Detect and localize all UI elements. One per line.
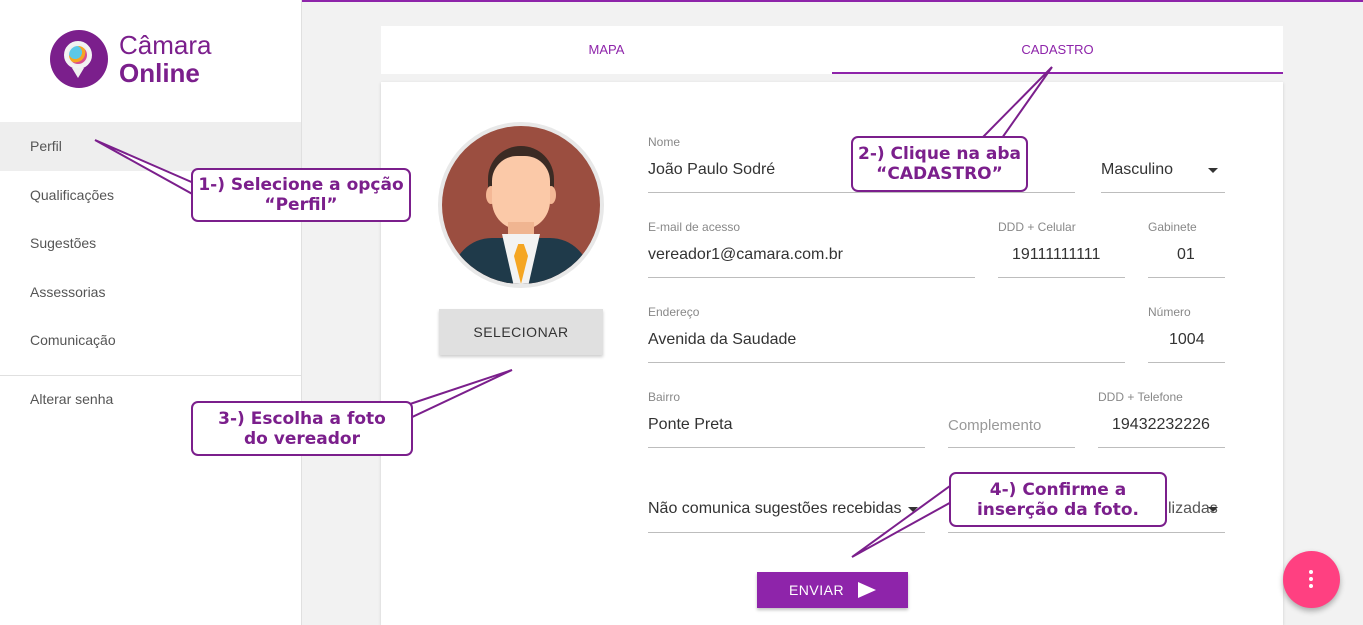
nome-label: Nome	[648, 135, 681, 149]
sidebar-item-comunicacao[interactable]: Comunicação	[0, 316, 301, 365]
logo-line2: Online	[119, 58, 200, 88]
endereco-field[interactable]: Endereço Avenida da Saudade	[648, 302, 1125, 363]
avatar	[438, 122, 604, 288]
send-icon	[858, 582, 877, 598]
sugestoes-value: Não comunica sugestões recebidas	[648, 500, 902, 517]
endereco-label: Endereço	[648, 305, 700, 319]
bairro-field[interactable]: Bairro Ponte Preta	[648, 387, 925, 448]
chevron-down-icon	[908, 507, 918, 512]
callout-2-line2: “CADASTRO”	[876, 164, 1003, 184]
chevron-down-icon	[1208, 507, 1218, 512]
sexo-select[interactable]: Masculino	[1101, 132, 1225, 193]
select-photo-button[interactable]: SELECIONAR	[439, 309, 603, 355]
tab-cadastro[interactable]: CADASTRO	[832, 26, 1283, 74]
callout-4-line2: inserção da foto.	[976, 499, 1139, 520]
sidebar-item-sugestoes[interactable]: Sugestões	[0, 219, 301, 268]
callout-2-line1: 2-) Clique na aba	[857, 144, 1022, 164]
logo-pin-icon	[50, 30, 108, 88]
gabinete-label: Gabinete	[1148, 220, 1197, 234]
nome-value: João Paulo Sodré	[648, 161, 776, 178]
top-accent-line	[302, 0, 1363, 2]
user-avatar-icon	[442, 126, 600, 284]
numero-field[interactable]: Número 1004	[1148, 302, 1225, 363]
callout-1-line1: 1-) Selecione a opção	[198, 175, 404, 195]
email-field[interactable]: E-mail de acesso vereador1@camara.com.br	[648, 217, 975, 278]
telefone-label: DDD + Telefone	[1098, 390, 1183, 404]
email-value: vereador1@camara.com.br	[648, 246, 843, 263]
logo-text: Câmara Online	[119, 31, 211, 87]
sidebar-menu: Perfil Qualificações Sugestões Assessori…	[0, 122, 301, 422]
callout-step-2: 2-) Clique na aba “CADASTRO”	[851, 136, 1028, 192]
sidebar-item-assessorias[interactable]: Assessorias	[0, 268, 301, 317]
gabinete-value: 01	[1177, 246, 1195, 263]
send-button-label: ENVIAR	[788, 582, 845, 598]
tab-bar: MAPA CADASTRO	[381, 26, 1283, 74]
callout-step-1: 1-) Selecione a opção “Perfil”	[191, 168, 411, 222]
callout-3-line1: 3-) Escolha a foto	[218, 408, 386, 429]
callout-1-line2: “Perfil”	[264, 195, 338, 215]
tab-mapa[interactable]: MAPA	[381, 26, 832, 74]
email-label: E-mail de acesso	[648, 220, 741, 234]
chevron-down-icon	[1208, 168, 1218, 173]
bairro-label: Bairro	[648, 390, 681, 404]
callout-3-line2: do vereador	[244, 428, 360, 449]
gabinete-field[interactable]: Gabinete 01	[1148, 217, 1225, 278]
complemento-field[interactable]: Complemento	[948, 387, 1075, 448]
more-options-fab[interactable]	[1283, 551, 1340, 608]
callout-4-line1: 4-) Confirme a	[989, 479, 1127, 500]
sexo-value: Masculino	[1101, 161, 1174, 178]
app-logo[interactable]: Câmara Online	[50, 30, 211, 88]
send-button[interactable]: ENVIAR	[757, 572, 908, 608]
logo-line1: Câmara	[119, 30, 212, 60]
numero-value: 1004	[1169, 331, 1205, 348]
celular-field[interactable]: DDD + Celular 19111111111	[998, 217, 1125, 278]
more-vert-icon	[1309, 570, 1313, 590]
telefone-value: 19432232226	[1112, 416, 1210, 433]
bairro-value: Ponte Preta	[648, 416, 733, 433]
celular-value: 19111111111	[1012, 246, 1101, 263]
celular-label: DDD + Celular	[998, 220, 1076, 234]
sugestoes-select[interactable]: Não comunica sugestões recebidas	[648, 487, 925, 533]
complemento-placeholder: Complemento	[948, 417, 1042, 434]
telefone-field[interactable]: DDD + Telefone 19432232226	[1098, 387, 1225, 448]
callout-step-3: 3-) Escolha a foto do vereador	[191, 401, 413, 456]
sidebar: Câmara Online Perfil Qualificações Suges…	[0, 0, 302, 625]
numero-label: Número	[1148, 305, 1191, 319]
callout-step-4: 4-) Confirme a inserção da foto.	[949, 472, 1167, 527]
endereco-value: Avenida da Saudade	[648, 331, 797, 348]
sidebar-item-perfil[interactable]: Perfil	[0, 122, 301, 171]
